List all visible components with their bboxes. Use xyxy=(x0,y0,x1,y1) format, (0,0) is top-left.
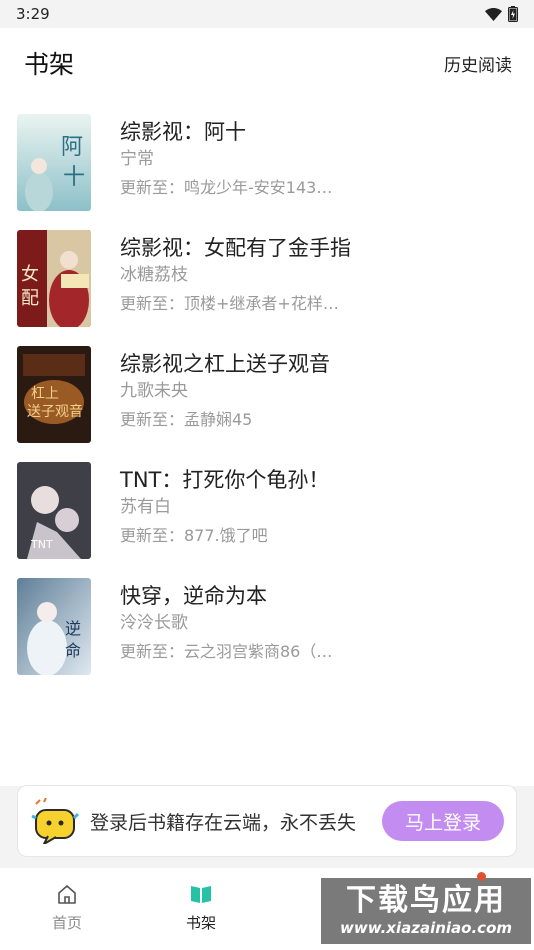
book-item[interactable]: 杠上 送子观音 综影视之杠上送子观音 九歌未央 更新至：孟静娴45 xyxy=(0,346,534,462)
history-reading-link[interactable]: 历史阅读 xyxy=(444,51,512,76)
book-title: 综影视：女配有了金手指 xyxy=(120,236,351,260)
book-author: 苏有白 xyxy=(120,497,171,517)
nav-label-bookshelf: 书架 xyxy=(185,914,216,932)
chat-mascot-icon xyxy=(31,798,80,844)
login-banner: 登录后书籍存在云端，永不丢失 马上登录 xyxy=(17,785,517,857)
book-cover[interactable]: 女 配 xyxy=(17,230,91,327)
book-cover[interactable]: TNT xyxy=(17,462,91,559)
svg-text:命: 命 xyxy=(65,641,81,660)
book-info: 综影视：阿十 宁常 更新至：鸣龙少年-安安143… xyxy=(120,114,360,200)
battery-charging-icon xyxy=(508,6,518,22)
book-author: 宁常 xyxy=(120,149,154,169)
book-author: 九歌未央 xyxy=(120,381,188,401)
book-info: 快穿，逆命为本 泠泠长歌 更新至：云之羽宫紫商86（… xyxy=(120,578,360,664)
wifi-icon xyxy=(485,7,502,21)
status-time: 3:29 xyxy=(16,5,50,23)
book-item[interactable]: TNT TNT：打死你个龟孙！ 苏有白 更新至：877.饿了吧 xyxy=(0,462,534,578)
book-update: 更新至：顶楼+继承者+花样… xyxy=(120,294,339,313)
svg-text:送子观音: 送子观音 xyxy=(27,403,83,420)
notification-dot xyxy=(477,872,486,881)
book-cover[interactable]: 杠上 送子观音 xyxy=(17,346,91,443)
home-icon xyxy=(58,885,76,904)
book-title: TNT：打死你个龟孙！ xyxy=(120,468,330,492)
book-title: 综影视之杠上送子观音 xyxy=(120,352,330,376)
svg-text:TNT: TNT xyxy=(30,538,53,551)
book-open-icon xyxy=(191,886,211,903)
svg-text:十: 十 xyxy=(63,165,85,190)
nav-item-home[interactable]: 首页 xyxy=(0,868,134,950)
book-cover[interactable]: 逆 命 xyxy=(17,578,91,675)
book-info: TNT：打死你个龟孙！ 苏有白 更新至：877.饿了吧 xyxy=(120,462,360,548)
login-banner-text: 登录后书籍存在云端，永不丢失 xyxy=(90,811,357,834)
page-title: 书架 xyxy=(24,50,75,79)
login-button[interactable]: 马上登录 xyxy=(382,801,504,841)
book-author: 泠泠长歌 xyxy=(120,613,188,633)
svg-text:配: 配 xyxy=(21,288,39,309)
status-icons xyxy=(485,6,518,22)
svg-text:女: 女 xyxy=(21,264,39,285)
svg-text:阿: 阿 xyxy=(61,135,83,160)
nav-label-home: 首页 xyxy=(51,914,82,932)
book-item[interactable]: 女 配 综影视：女配有了金手指 冰糖荔枝 更新至：顶楼+继承者+花样… xyxy=(0,230,534,346)
book-update: 更新至：鸣龙少年-安安143… xyxy=(120,178,333,197)
book-update: 更新至：孟静娴45 xyxy=(120,410,253,429)
status-bar: 3:29 xyxy=(0,0,534,28)
book-author: 冰糖荔枝 xyxy=(120,265,188,285)
watermark-logo: 下载鸟应用 www.xiazainiao.com xyxy=(319,876,533,946)
nav-item-bookshelf[interactable]: 书架 xyxy=(134,868,268,950)
watermark-main-text: 下载鸟应用 xyxy=(346,883,506,918)
book-cover[interactable]: 阿 十 xyxy=(17,114,91,211)
book-info: 综影视：女配有了金手指 冰糖荔枝 更新至：顶楼+继承者+花样… xyxy=(120,230,360,316)
bookshelf-content: 书架 历史阅读 阿 十 综影视：阿十 宁常 更新至：鸣龙少年-安安143… 女 … xyxy=(0,28,534,786)
header: 书架 历史阅读 xyxy=(0,28,534,98)
book-update: 更新至：877.饿了吧 xyxy=(120,526,268,545)
book-title: 快穿，逆命为本 xyxy=(120,584,267,608)
book-list: 阿 十 综影视：阿十 宁常 更新至：鸣龙少年-安安143… 女 配 综影视：女配… xyxy=(0,114,534,694)
watermark-url: www.xiazainiao.com xyxy=(339,919,513,937)
book-info: 综影视之杠上送子观音 九歌未央 更新至：孟静娴45 xyxy=(120,346,360,432)
book-item[interactable]: 逆 命 快穿，逆命为本 泠泠长歌 更新至：云之羽宫紫商86（… xyxy=(0,578,534,694)
svg-text:逆: 逆 xyxy=(65,619,81,638)
svg-text:杠上: 杠上 xyxy=(31,386,59,402)
book-update: 更新至：云之羽宫紫商86（… xyxy=(120,642,333,661)
book-title: 综影视：阿十 xyxy=(120,120,246,144)
book-item[interactable]: 阿 十 综影视：阿十 宁常 更新至：鸣龙少年-安安143… xyxy=(0,114,534,230)
